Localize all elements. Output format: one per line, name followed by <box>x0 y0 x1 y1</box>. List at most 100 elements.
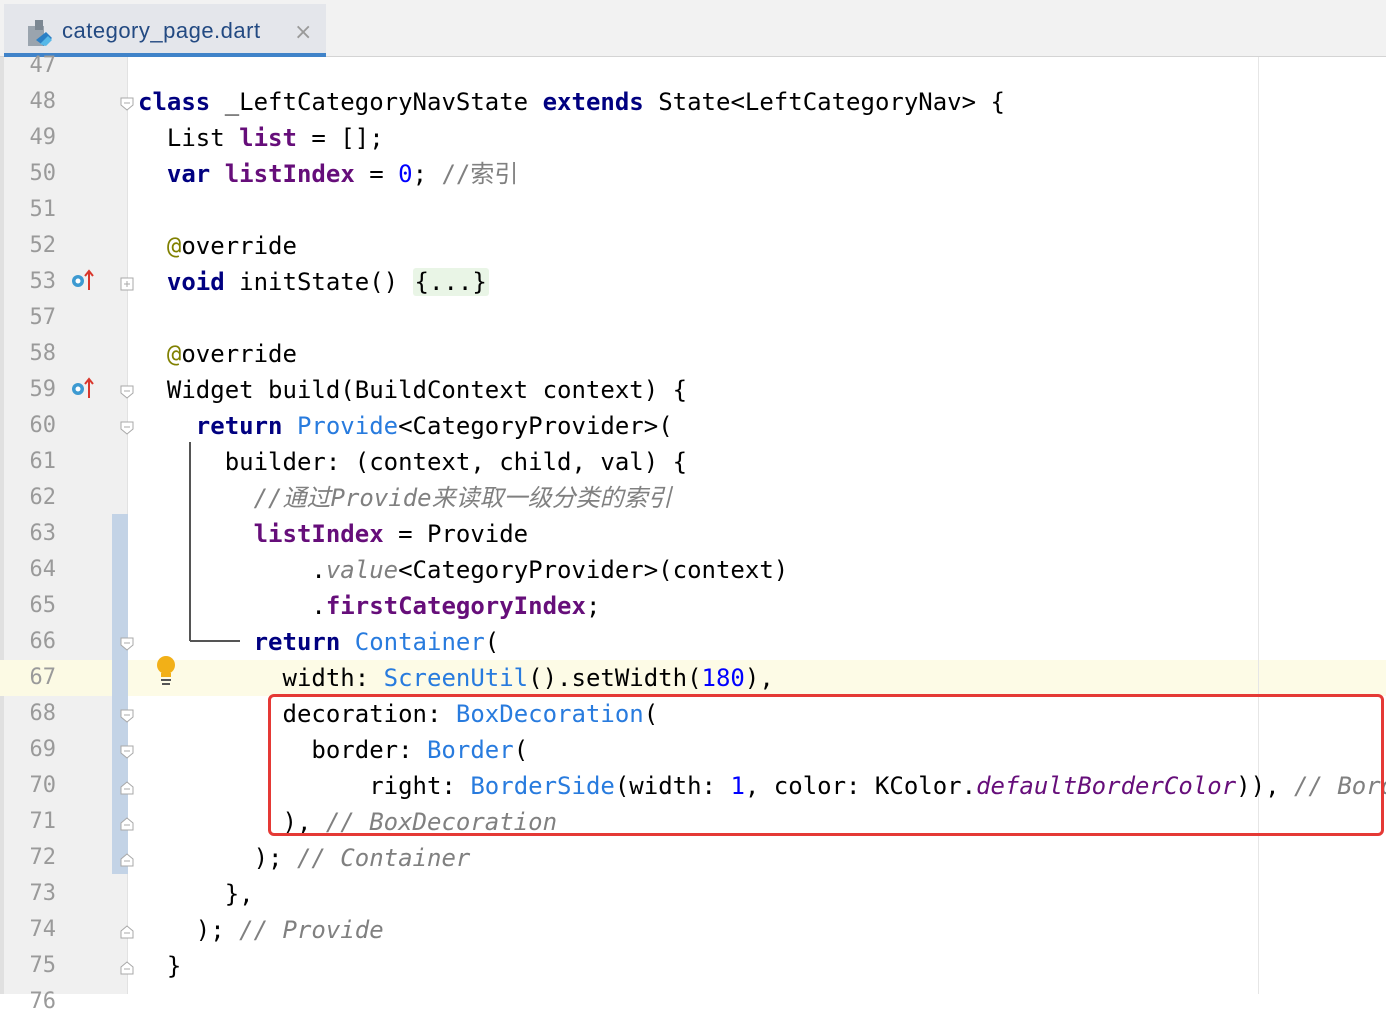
close-icon[interactable]: × <box>294 21 312 45</box>
code-token: listIndex <box>253 520 384 548</box>
code-token: @ <box>166 232 182 260</box>
line-number: 48 <box>29 89 57 114</box>
code-line[interactable]: listIndex = Provide <box>138 516 1386 552</box>
fold-open-icon[interactable] <box>120 745 134 759</box>
code-line[interactable]: return Container( <box>138 624 1386 660</box>
code-line[interactable] <box>138 192 1386 228</box>
fold-open-icon[interactable] <box>120 421 134 435</box>
line-number: 63 <box>29 521 57 546</box>
code-line[interactable]: void initState() {...} <box>138 264 1386 300</box>
code-token: ); <box>138 844 297 872</box>
code-line[interactable]: Widget build(BuildContext context) { <box>138 372 1386 408</box>
tab-label: category_page.dart <box>62 18 261 43</box>
line-number: 70 <box>29 773 57 798</box>
code-token: return <box>253 628 341 656</box>
code-token: list <box>239 124 297 152</box>
code-line[interactable] <box>138 48 1386 84</box>
line-number: 64 <box>29 557 57 582</box>
override-up-arrow-icon[interactable] <box>70 268 96 294</box>
code-token: ; <box>412 160 442 188</box>
code-token: _LeftCategoryNavState <box>210 88 543 116</box>
code-line[interactable]: } <box>138 948 1386 984</box>
dart-file-icon <box>28 20 52 46</box>
line-number: 50 <box>29 161 57 186</box>
code-line[interactable]: return Provide<CategoryProvider>( <box>138 408 1386 444</box>
code-token: }, <box>138 880 254 908</box>
annotation-highlight-box <box>268 694 1384 836</box>
code-line[interactable]: ); // Provide <box>138 912 1386 948</box>
fold-open-icon[interactable] <box>120 709 134 723</box>
indent-guide-vertical <box>189 442 191 641</box>
fold-open-icon[interactable] <box>120 97 134 111</box>
line-number: 49 <box>29 125 57 150</box>
code-token: value <box>325 556 399 584</box>
line-number: 73 <box>29 881 57 906</box>
code-token: var <box>166 160 211 188</box>
code-line[interactable]: .firstCategoryIndex; <box>138 588 1386 624</box>
line-number: 51 <box>29 197 57 222</box>
line-number: 67 <box>29 665 57 690</box>
code-line[interactable]: width: ScreenUtil().setWidth(180), <box>138 660 1386 696</box>
code-token: @ <box>166 340 182 368</box>
line-number: 75 <box>29 953 57 978</box>
code-line[interactable] <box>138 300 1386 336</box>
code-line[interactable]: class _LeftCategoryNavState extends Stat… <box>138 84 1386 120</box>
fold-close-icon[interactable] <box>120 781 134 795</box>
line-number: 59 <box>29 377 57 402</box>
code-token: Widget build(BuildContext context) { <box>138 376 688 404</box>
code-line[interactable]: List list = []; <box>138 120 1386 156</box>
fold-close-icon[interactable] <box>120 853 134 867</box>
line-number: 68 <box>29 701 57 726</box>
code-token: Container <box>354 628 485 656</box>
fold-open-icon[interactable] <box>120 637 134 651</box>
override-up-arrow-icon[interactable] <box>70 376 96 402</box>
code-area[interactable]: class _LeftCategoryNavState extends Stat… <box>138 48 1386 1020</box>
code-line[interactable]: }, <box>138 876 1386 912</box>
code-line[interactable]: builder: (context, child, val) { <box>138 444 1386 480</box>
code-line[interactable]: //通过Provide来读取一级分类的索引 <box>138 480 1386 516</box>
line-number: 74 <box>29 917 57 942</box>
fold-close-icon[interactable] <box>120 961 134 975</box>
code-token: Provide <box>296 412 399 440</box>
lightbulb-intention-icon[interactable] <box>155 655 177 687</box>
code-token: void <box>166 268 225 296</box>
code-token: <CategoryProvider>( <box>398 412 673 440</box>
code-token: extends <box>542 88 644 116</box>
code-line[interactable]: .value<CategoryProvider>(context) <box>138 552 1386 588</box>
code-token: ().setWidth( <box>528 664 702 692</box>
code-token: . <box>138 556 326 584</box>
line-number: 57 <box>29 305 57 330</box>
code-token: override <box>181 232 297 260</box>
line-numbers: 47 48 49 50 51 52 53 57 58 59 60 61 62 63 64 65 66 67 68 69… <box>0 48 60 1020</box>
code-line[interactable]: ); // Container <box>138 840 1386 876</box>
code-token: List <box>138 124 240 152</box>
code-token: ( <box>484 628 500 656</box>
code-token: initState() <box>224 268 413 296</box>
code-line[interactable]: var listIndex = 0; //索引 <box>138 156 1386 192</box>
code-line[interactable]: @override <box>138 336 1386 372</box>
fold-open-icon[interactable] <box>120 385 134 399</box>
code-line[interactable] <box>138 984 1386 1020</box>
code-token: ; <box>585 592 601 620</box>
code-token: // Provide <box>239 916 384 944</box>
code-token: builder: (context, child, val) { <box>138 448 688 476</box>
code-token: // Container <box>296 844 471 872</box>
line-number: 71 <box>29 809 57 834</box>
fold-close-icon[interactable] <box>120 925 134 939</box>
line-number: 47 <box>29 53 57 78</box>
fold-close-icon[interactable] <box>120 817 134 831</box>
fold-expand-icon[interactable] <box>120 277 134 291</box>
code-token: = []; <box>296 124 384 152</box>
code-token: //索引 <box>441 160 519 188</box>
code-line[interactable]: @override <box>138 228 1386 264</box>
line-number: 60 <box>29 413 57 438</box>
line-number: 66 <box>29 629 57 654</box>
